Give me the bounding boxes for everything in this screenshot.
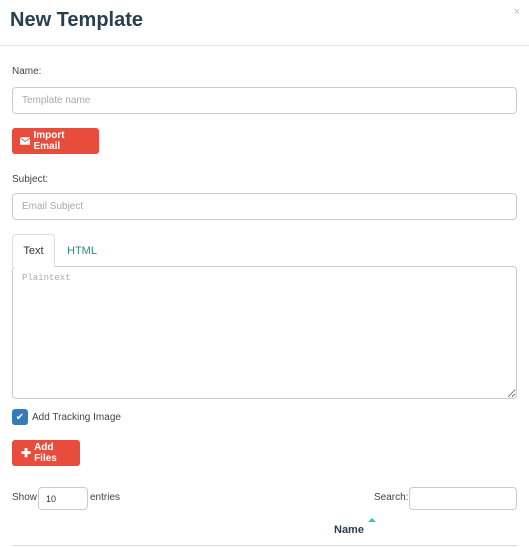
- show-label: Show: [12, 492, 38, 503]
- close-icon[interactable]: ×: [514, 6, 520, 18]
- template-name-input[interactable]: [12, 87, 517, 114]
- entries-label: entries: [90, 492, 121, 503]
- email-subject-input[interactable]: [12, 193, 517, 220]
- search-label: Search:: [374, 492, 409, 503]
- import-email-button[interactable]: Import Email: [12, 128, 99, 154]
- entries-select[interactable]: [38, 487, 88, 510]
- tracking-image-label: Add Tracking Image: [32, 412, 121, 423]
- subject-label: Subject:: [12, 174, 49, 185]
- add-files-button[interactable]: ✚ Add Files: [12, 440, 80, 466]
- import-email-label: Import Email: [33, 130, 65, 152]
- tracking-image-checkbox[interactable]: ✔: [12, 409, 28, 425]
- tab-text[interactable]: Text: [12, 234, 55, 267]
- table-header-divider: [12, 545, 517, 546]
- check-icon: ✔: [15, 411, 25, 423]
- envelope-icon: [20, 137, 31, 145]
- header-divider: [0, 45, 529, 46]
- modal-title: New Template: [10, 9, 143, 31]
- plus-icon: ✚: [21, 446, 32, 460]
- column-header-name[interactable]: Name: [334, 524, 364, 536]
- sort-ascending-icon[interactable]: [368, 518, 376, 522]
- table-search-input[interactable]: [409, 487, 517, 510]
- add-files-label: Add Files: [34, 442, 57, 464]
- name-label: Name:: [12, 66, 42, 77]
- plaintext-textarea[interactable]: [12, 266, 517, 399]
- tab-html[interactable]: HTML: [56, 234, 108, 267]
